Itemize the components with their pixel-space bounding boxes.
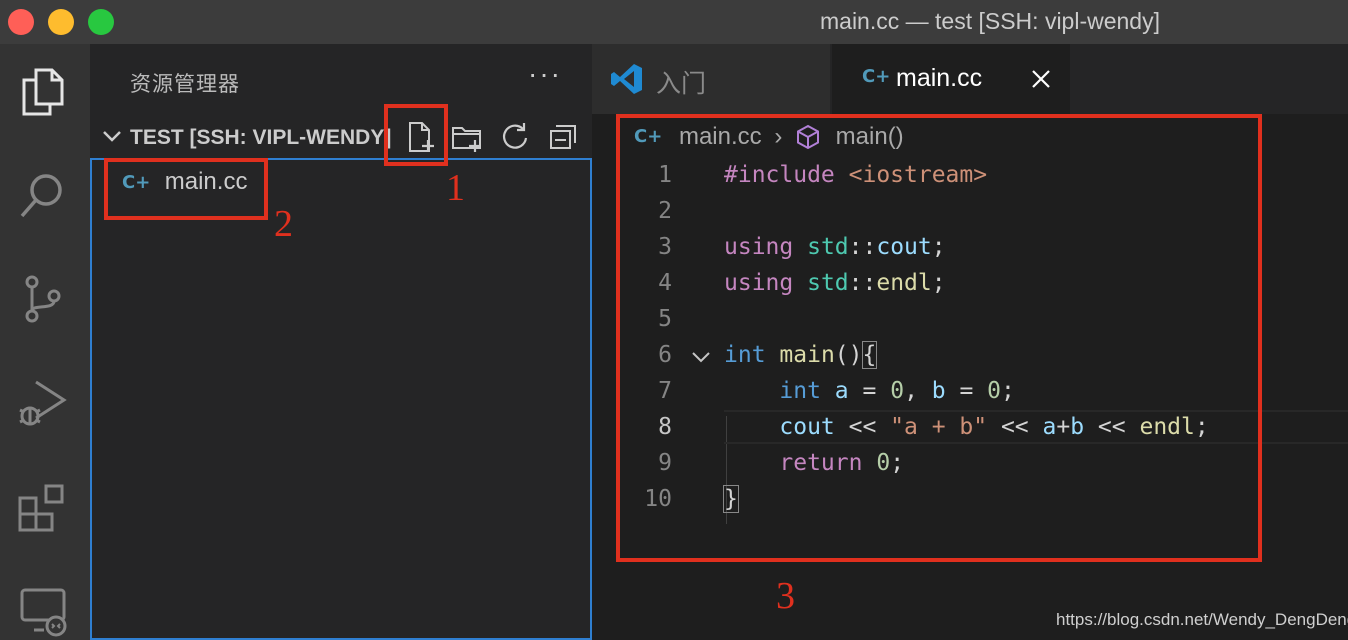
- explorer-sidebar: 资源管理器 ··· TEST [SSH: VIPL-WENDY] C+ main…: [90, 44, 592, 640]
- explorer-title: 资源管理器: [130, 73, 240, 96]
- maximize-window-button[interactable]: [88, 9, 114, 35]
- vscode-logo-icon: [611, 64, 642, 94]
- close-icon[interactable]: [1028, 66, 1054, 92]
- source-control-icon[interactable]: [16, 272, 70, 326]
- close-window-button[interactable]: [8, 9, 34, 35]
- folder-header[interactable]: TEST [SSH: VIPL-WENDY]: [90, 118, 592, 156]
- activity-bar: [0, 44, 90, 640]
- watermark: https://blog.csdn.net/Wendy_DengDeng: [1056, 610, 1348, 629]
- files-icon[interactable]: [16, 64, 70, 118]
- annotation-label-1: 1: [446, 167, 465, 209]
- chevron-down-icon: [103, 131, 121, 142]
- annotation-box-3: [616, 114, 1262, 562]
- file-tree: C+ main.cc: [90, 158, 592, 640]
- folder-name: TEST [SSH: VIPL-WENDY]: [130, 126, 392, 149]
- tab-welcome[interactable]: 入门: [592, 44, 830, 114]
- annotation-box-2: [104, 158, 268, 220]
- refresh-icon[interactable]: [498, 120, 532, 154]
- new-folder-icon[interactable]: [450, 120, 484, 154]
- run-debug-icon[interactable]: [16, 376, 70, 430]
- vscode-window: main.cc — test [SSH: vipl-wendy] 资源管理器 ·…: [0, 0, 1348, 640]
- tab-main-cc[interactable]: C+ main.cc: [832, 44, 1070, 114]
- more-actions-button[interactable]: ···: [528, 58, 562, 90]
- tab-label: main.cc: [896, 64, 983, 92]
- search-icon[interactable]: [16, 168, 70, 222]
- window-title: main.cc — test [SSH: vipl-wendy]: [820, 8, 1160, 34]
- tab-bar: 入门 C+ main.cc: [592, 44, 1348, 114]
- tab-label: 入门: [656, 70, 707, 98]
- extensions-icon[interactable]: [16, 480, 70, 534]
- minimize-window-button[interactable]: [48, 9, 74, 35]
- annotation-box-1: [384, 104, 448, 166]
- remote-explorer-icon[interactable]: [16, 584, 70, 638]
- annotation-label-3: 3: [776, 575, 795, 617]
- annotation-label-2: 2: [274, 203, 293, 245]
- collapse-all-icon[interactable]: [546, 120, 580, 154]
- title-bar: main.cc — test [SSH: vipl-wendy]: [0, 0, 1348, 44]
- cpp-file-icon: C+: [862, 66, 891, 87]
